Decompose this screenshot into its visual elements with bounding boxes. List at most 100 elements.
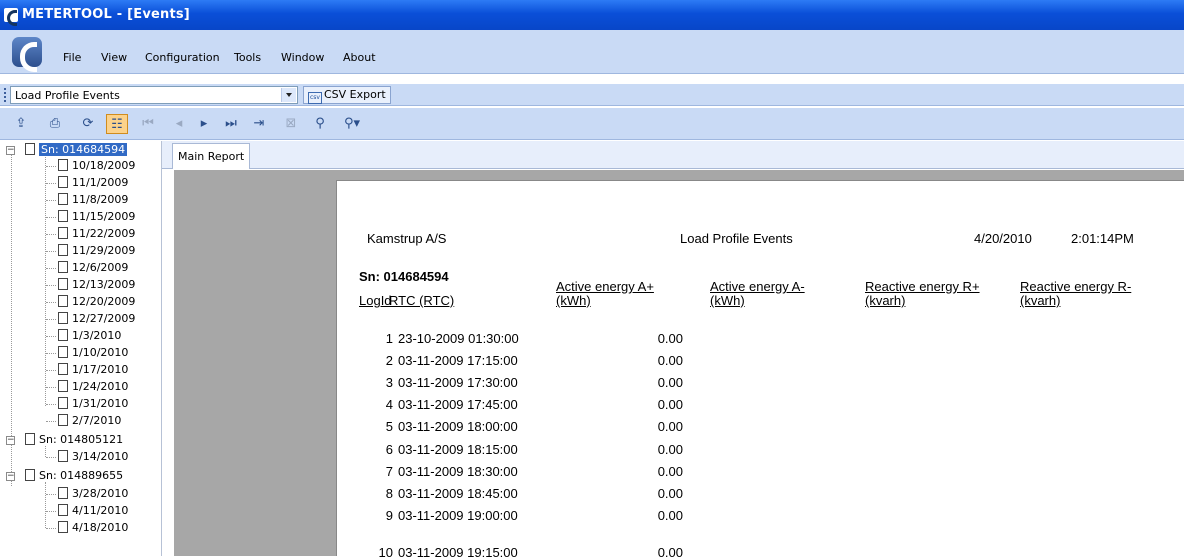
tree-node-label[interactable]: Sn: 014684594 [39, 143, 128, 156]
menu-window[interactable]: Window [281, 51, 324, 64]
column-header-active-minus: Active energy A- [710, 279, 805, 294]
tree-node-label: 1/10/2010 [72, 346, 129, 359]
tree-node-label: 12/20/2009 [72, 295, 136, 308]
page-icon [58, 193, 68, 205]
page-icon [58, 346, 68, 358]
row-active-plus: 0.00 [657, 508, 683, 523]
tree-node-label: 1/24/2010 [72, 380, 129, 393]
page-icon [25, 143, 35, 155]
page-icon [58, 176, 68, 188]
refresh-icon[interactable]: ⟳ [77, 114, 99, 134]
chevron-down-icon[interactable] [281, 88, 296, 102]
row-logid: 5 [385, 419, 393, 434]
last-page-icon[interactable]: ⏭ [220, 114, 242, 134]
page-icon [58, 487, 68, 499]
page-icon [58, 244, 68, 256]
tree-node-label: 1/3/2010 [72, 329, 122, 342]
tree-node-date[interactable]: 12/20/2009 [46, 294, 135, 310]
tree-node-date[interactable]: 4/11/2010 [46, 503, 128, 519]
tree-node-date[interactable]: 11/1/2009 [46, 175, 128, 191]
column-header-logid: LogId [359, 293, 392, 308]
tree-node-label: 3/14/2010 [72, 450, 129, 463]
menu-tools[interactable]: Tools [234, 51, 261, 64]
row-rtc: 03-11-2009 17:15:00 [398, 353, 518, 368]
tree-node-date[interactable]: 12/27/2009 [46, 311, 135, 327]
tree-node-date[interactable]: 11/22/2009 [46, 226, 135, 242]
column-header-reactive-minus: Reactive energy R- [1020, 279, 1132, 294]
menu-about[interactable]: About [343, 51, 376, 64]
zoom-icon[interactable]: ⚲▾ [336, 114, 368, 134]
collapse-icon[interactable]: − [6, 146, 15, 155]
row-active-plus: 0.00 [657, 331, 683, 346]
page-icon [58, 210, 68, 222]
row-logid: 9 [385, 508, 393, 523]
tree-node-label: 11/29/2009 [72, 244, 136, 257]
report-select[interactable]: Load Profile Events [10, 86, 298, 104]
tree-node-date[interactable]: 4/18/2010 [46, 520, 128, 536]
row-active-plus: 0.00 [657, 419, 683, 434]
tree-node-date[interactable]: 1/17/2010 [46, 362, 128, 378]
previous-page-icon[interactable]: ◂ [168, 114, 190, 134]
tree-node-date[interactable]: 2/7/2010 [46, 413, 121, 429]
tree-node-label[interactable]: Sn: 014889655 [39, 469, 123, 482]
tree-node-label: 2/7/2010 [72, 414, 122, 427]
search-icon[interactable]: ⚲ [309, 114, 331, 134]
stop-icon[interactable]: ⊠ [280, 114, 302, 134]
app-logo-icon [4, 8, 18, 26]
tree-node-date[interactable]: 11/15/2009 [46, 209, 135, 225]
column-header-reactive-plus: Reactive energy R+ [865, 279, 980, 294]
tree-node-date[interactable]: 1/31/2010 [46, 396, 128, 412]
page-icon [25, 469, 35, 481]
row-active-plus: 0.00 [657, 545, 683, 560]
first-page-icon[interactable]: ⏮ [137, 114, 159, 134]
tree-node-label: 4/11/2010 [72, 504, 129, 517]
export-icon[interactable]: ⇪ [10, 114, 32, 134]
tree-node-label[interactable]: Sn: 014805121 [39, 433, 123, 446]
goto-page-icon[interactable]: ⇥ [248, 114, 270, 134]
tree-node-date[interactable]: 1/24/2010 [46, 379, 128, 395]
menu-file[interactable]: File [63, 51, 81, 64]
tree-node-label: 11/22/2009 [72, 227, 136, 240]
menu-configuration[interactable]: Configuration [145, 51, 220, 64]
menu-view[interactable]: View [101, 51, 127, 64]
tree-node-date[interactable]: 3/28/2010 [46, 486, 128, 502]
row-rtc: 03-11-2009 19:15:00 [398, 545, 518, 560]
collapse-icon[interactable]: − [6, 472, 15, 481]
csv-export-button[interactable]: csv CSV Export [303, 86, 391, 104]
tree-node-date[interactable]: 3/14/2010 [46, 449, 128, 465]
tree-node-date[interactable]: 11/8/2009 [46, 192, 128, 208]
app-brand-logo-icon [12, 37, 42, 72]
tab-main-report[interactable]: Main Report [172, 143, 250, 169]
report-serial: Sn: 014684594 [359, 269, 449, 284]
tree-node-label: 12/13/2009 [72, 278, 136, 291]
tree-node-date[interactable]: 12/13/2009 [46, 277, 135, 293]
collapse-icon[interactable]: − [6, 436, 15, 445]
page-icon [58, 227, 68, 239]
group-tree-icon[interactable]: ☷ [106, 114, 128, 134]
tree-node-date[interactable]: 1/10/2010 [46, 345, 128, 361]
tree-node-label: 11/1/2009 [72, 176, 129, 189]
tree-node-date[interactable]: 12/6/2009 [46, 260, 128, 276]
tree-node-date[interactable]: 1/3/2010 [46, 328, 121, 344]
next-page-icon[interactable]: ▸ [193, 114, 215, 134]
row-logid: 8 [385, 486, 393, 501]
print-icon[interactable]: ⎙ [44, 114, 66, 134]
report-select-value: Load Profile Events [15, 89, 120, 102]
tree-node-date[interactable]: 10/18/2009 [46, 158, 135, 174]
row-logid: 10 [378, 545, 393, 560]
viewer-toolbar: ⇪ ⎙ ⟳ ☷ ⏮ ◂ ▸ ⏭ ⇥ ⊠ ⚲ ⚲▾ [0, 108, 1184, 140]
toolbar-grip[interactable] [4, 88, 6, 102]
tree-node-label: 12/27/2009 [72, 312, 136, 325]
row-active-plus: 0.00 [657, 375, 683, 390]
row-active-plus: 0.00 [657, 353, 683, 368]
page-icon [58, 414, 68, 426]
page-icon [58, 295, 68, 307]
report-company: Kamstrup A/S [367, 231, 447, 246]
report-tabstrip: Main Report [162, 141, 1184, 169]
row-rtc: 03-11-2009 18:15:00 [398, 442, 518, 457]
page-icon [58, 159, 68, 171]
row-rtc: 03-11-2009 17:45:00 [398, 397, 518, 412]
report-toolbar: Load Profile Events csv CSV Export [0, 84, 1184, 106]
tree-node-date[interactable]: 11/29/2009 [46, 243, 135, 259]
page-icon [58, 329, 68, 341]
